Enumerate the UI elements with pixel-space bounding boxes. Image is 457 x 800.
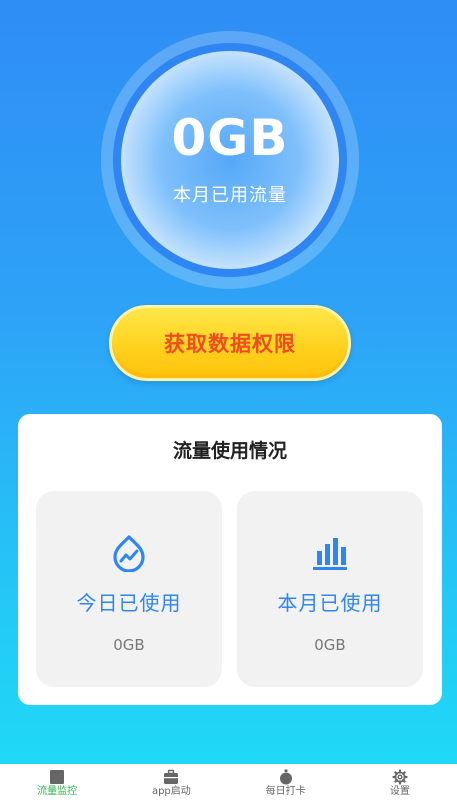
nav-label: 设置 <box>389 786 410 797</box>
nav-label: 流量监控 <box>37 786 78 797</box>
month-usage-box[interactable]: 本月已使用 0GB <box>237 491 423 687</box>
nav-label: app启动 <box>151 786 191 797</box>
month-usage-value: 0GB <box>314 636 346 654</box>
usage-dial-ring: 0GB 本月已用流量 <box>113 43 347 277</box>
bar-chart-icon <box>311 534 349 572</box>
egg-icon <box>278 769 294 785</box>
monthly-usage-value: 0GB <box>171 109 289 167</box>
gear-icon <box>392 769 408 785</box>
month-usage-label: 本月已使用 <box>277 591 383 615</box>
usage-dial: 0GB 本月已用流量 <box>101 31 359 289</box>
chart-drop-icon <box>111 534 147 572</box>
nav-item-settings[interactable]: 设置 <box>343 764 457 800</box>
briefcase-icon <box>163 769 179 785</box>
bottom-nav: 流量监控 app启动 每日打卡 设置 <box>0 764 457 800</box>
today-usage-box[interactable]: 今日已使用 0GB <box>36 491 222 687</box>
usage-card-title: 流量使用情况 <box>172 440 287 462</box>
nav-item-app-launch[interactable]: app启动 <box>114 764 228 800</box>
usage-dial-face: 0GB 本月已用流量 <box>121 51 339 269</box>
nav-item-traffic-monitor[interactable]: 流量监控 <box>0 764 114 800</box>
nav-label: 每日打卡 <box>265 786 306 797</box>
monthly-usage-label: 本月已用流量 <box>173 185 287 206</box>
nav-item-daily-checkin[interactable]: 每日打卡 <box>229 764 343 800</box>
today-usage-value: 0GB <box>113 636 145 654</box>
today-usage-label: 今日已使用 <box>76 591 182 615</box>
usage-card: 流量使用情况 今日已使用 0GB 本月已使用 0GB <box>18 414 442 705</box>
get-data-permission-button[interactable]: 获取数据权限 <box>109 305 351 381</box>
square-icon <box>49 769 65 785</box>
